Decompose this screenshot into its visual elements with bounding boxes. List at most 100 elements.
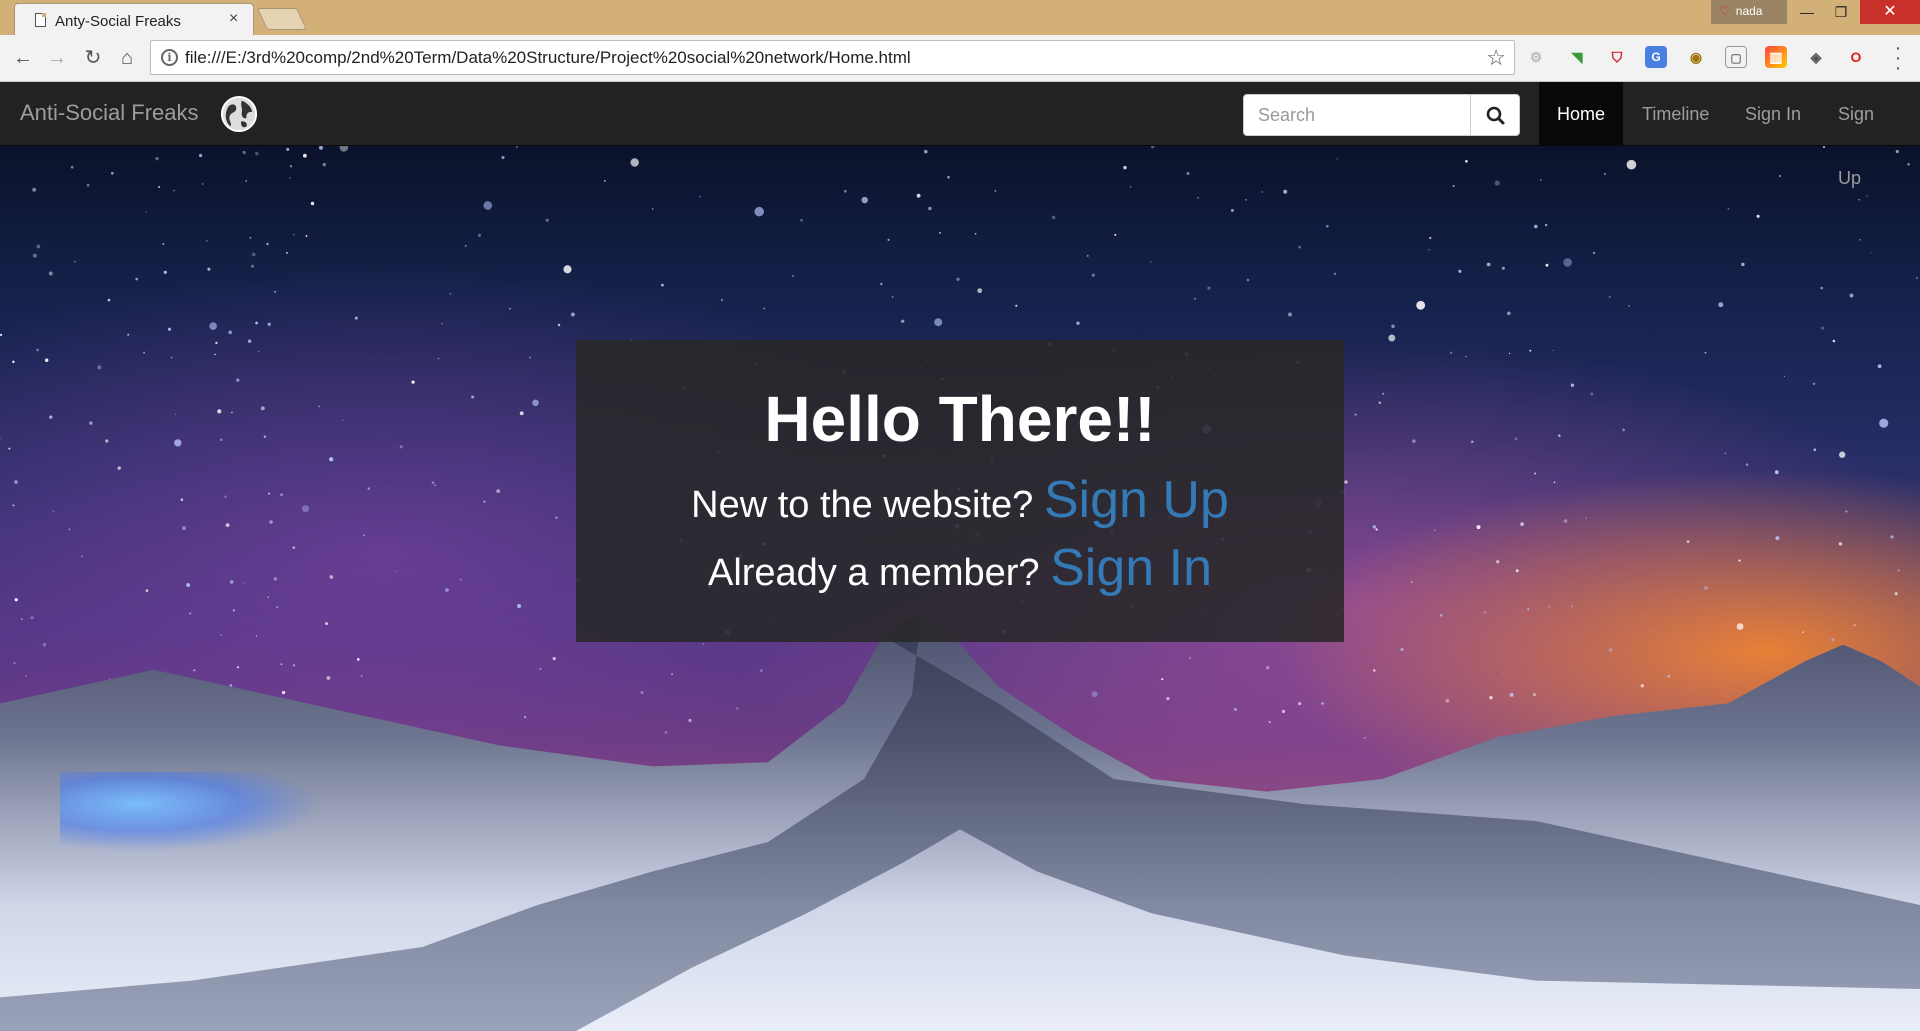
star: [509, 307, 511, 310]
star: [1736, 623, 1744, 630]
search-button[interactable]: [1470, 94, 1520, 136]
star: [924, 149, 928, 154]
star: [880, 282, 883, 286]
star: [292, 664, 296, 667]
forward-icon[interactable]: →: [44, 45, 70, 71]
star: [570, 312, 575, 317]
hero-sign-up-link[interactable]: Sign Up: [1044, 471, 1229, 529]
star: [1486, 262, 1491, 267]
star: [464, 244, 467, 247]
brand-link[interactable]: Anti-Social Freaks: [20, 100, 199, 126]
nav-home[interactable]: Home: [1539, 82, 1624, 146]
tab-close-icon[interactable]: ×: [229, 10, 238, 28]
extension-icon[interactable]: ▥: [1765, 46, 1787, 68]
search-input[interactable]: [1243, 94, 1471, 136]
star: [1738, 559, 1741, 562]
new-tab-button[interactable]: [256, 8, 308, 30]
nav-timeline[interactable]: Timeline: [1624, 82, 1727, 146]
star: [1839, 451, 1846, 458]
star: [318, 405, 320, 408]
close-window-button[interactable]: ✕: [1860, 0, 1920, 24]
bookmark-star-icon[interactable]: ☆: [1486, 45, 1506, 71]
hero-sign-in-link[interactable]: Sign In: [1050, 539, 1212, 597]
star: [1452, 185, 1455, 187]
star: [699, 196, 701, 198]
star: [1086, 254, 1089, 257]
star: [1592, 251, 1596, 255]
url-text[interactable]: file:///E:/3rd%20comp/2nd%20Term/Data%20…: [185, 48, 911, 68]
star: [1547, 605, 1551, 608]
star: [1400, 648, 1404, 651]
browser-titlebar: Anty-Social Freaks × ♡ nada — ❐ ✕: [0, 0, 1920, 36]
menu-icon[interactable]: · · ·: [1888, 38, 1908, 78]
star: [301, 505, 310, 513]
star: [483, 201, 493, 210]
star: [1563, 258, 1572, 267]
star: [1508, 352, 1511, 355]
star: [342, 419, 344, 422]
star: [1445, 698, 1450, 703]
star: [201, 183, 204, 185]
star: [545, 218, 549, 222]
star: [664, 730, 668, 734]
star: [1527, 608, 1530, 611]
extension-icon[interactable]: ◈: [1805, 46, 1827, 68]
star: [1718, 302, 1724, 308]
star: [1626, 159, 1637, 170]
star: [217, 409, 222, 414]
star: [1283, 189, 1288, 194]
star: [145, 589, 149, 592]
star: [1268, 721, 1271, 723]
eye-icon[interactable]: ◉: [1685, 46, 1707, 68]
star: [207, 267, 211, 271]
star: [1333, 272, 1337, 275]
star: [1412, 439, 1416, 444]
translate-icon[interactable]: G: [1645, 46, 1667, 68]
star: [110, 171, 114, 175]
star: [916, 193, 921, 198]
star: [843, 189, 847, 193]
star: [1745, 463, 1749, 466]
star: [1391, 324, 1395, 329]
nav-sign-in[interactable]: Sign In: [1727, 82, 1819, 146]
star: [1410, 581, 1413, 583]
star: [80, 555, 83, 558]
star: [1188, 657, 1192, 660]
reload-icon[interactable]: ↻: [80, 45, 106, 71]
back-icon[interactable]: ←: [10, 45, 36, 71]
star: [1161, 678, 1164, 681]
star: [276, 606, 279, 609]
star: [1822, 146, 1826, 149]
browser-tab[interactable]: Anty-Social Freaks ×: [14, 3, 254, 36]
star: [232, 609, 235, 612]
star: [1246, 278, 1250, 282]
star: [251, 264, 254, 268]
star: [70, 165, 74, 169]
address-bar[interactable]: i file:///E:/3rd%20comp/2nd%20Term/Data%…: [150, 40, 1515, 75]
globe-icon: [220, 95, 258, 133]
star: [267, 492, 271, 495]
star: [0, 333, 3, 337]
star: [1552, 349, 1554, 352]
star: [1608, 295, 1611, 298]
extension-icon[interactable]: ▢: [1725, 46, 1747, 68]
star: [759, 669, 763, 673]
shield-icon[interactable]: ⛉: [1606, 46, 1628, 68]
star: [1378, 401, 1381, 404]
extension-icon[interactable]: ◥: [1566, 46, 1588, 68]
star: [326, 675, 331, 680]
maximize-button[interactable]: ❐: [1818, 0, 1864, 24]
star: [86, 183, 90, 187]
info-icon[interactable]: i: [161, 49, 178, 66]
star: [1416, 300, 1426, 310]
star: [74, 260, 76, 263]
nav-sign-up[interactable]: Sign Up: [1820, 82, 1920, 188]
star: [1372, 669, 1376, 672]
star: [36, 244, 41, 249]
profile-button[interactable]: ♡ nada: [1711, 0, 1787, 24]
extension-icon[interactable]: ⚙: [1525, 46, 1547, 68]
star: [162, 242, 165, 245]
star: [0, 437, 1, 439]
opera-icon[interactable]: O: [1845, 46, 1867, 68]
home-icon[interactable]: ⌂: [114, 45, 140, 71]
